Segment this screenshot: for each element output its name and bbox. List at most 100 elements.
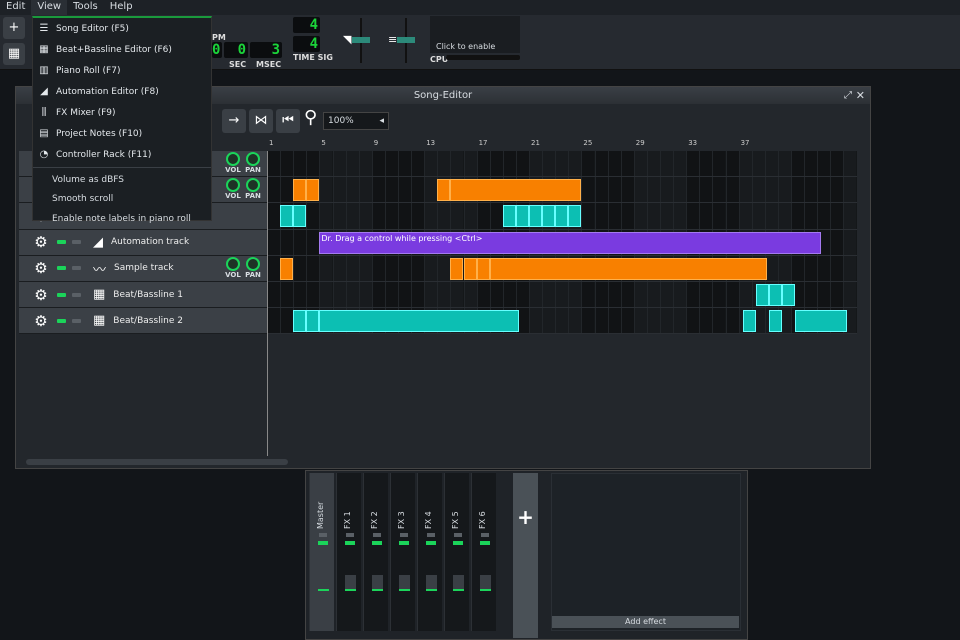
bb-pattern[interactable] — [293, 310, 307, 333]
menu-edit[interactable]: Edit — [0, 0, 31, 15]
bb-pattern[interactable] — [794, 310, 848, 333]
zoom-select[interactable]: 100% ◂ — [323, 112, 389, 130]
sample-clip[interactable] — [280, 257, 294, 280]
menu-option[interactable]: Enable note labels in piano roll — [33, 209, 211, 229]
sample-clip[interactable] — [489, 257, 768, 280]
timeline-ruler[interactable]: 1 5 9 13 17 21 25 29 33 37 — [267, 138, 857, 151]
mixer-channel[interactable]: FX 5 — [444, 473, 469, 631]
menu-view[interactable]: View — [31, 0, 68, 15]
bb-pattern[interactable] — [529, 205, 543, 228]
mute-toggle[interactable] — [57, 266, 66, 271]
bb-pattern[interactable] — [542, 205, 556, 228]
mute-toggle[interactable] — [57, 318, 66, 323]
master-volume-slider[interactable] — [352, 18, 370, 63]
bb-pattern[interactable] — [768, 310, 782, 333]
track-lane[interactable] — [267, 177, 857, 204]
solo-toggle[interactable] — [72, 292, 81, 297]
mixer-channel[interactable]: FX 6 — [471, 473, 496, 631]
track-grid[interactable]: Dr. Drag a control while pressing <Ctrl> — [267, 151, 857, 334]
bb-pattern[interactable] — [280, 205, 294, 228]
pan-knob[interactable]: PAN — [244, 152, 262, 174]
track-lane[interactable] — [267, 203, 857, 230]
bb-pattern[interactable] — [768, 284, 782, 306]
channel-mute[interactable] — [346, 533, 354, 537]
loop-points-icon[interactable]: ⋈ — [249, 109, 273, 133]
mixer-channel[interactable]: FX 4 — [417, 473, 442, 631]
menu-item-fx-mixer[interactable]: ⫼ FX Mixer (F9) — [33, 102, 211, 123]
menu-item-song-editor[interactable]: ☰ Song Editor (F5) — [33, 18, 211, 39]
menu-item-controller-rack[interactable]: ◔ Controller Rack (F11) — [33, 144, 211, 165]
bb-pattern[interactable] — [755, 284, 769, 306]
mixer-channel[interactable]: FX 1 — [336, 473, 361, 631]
gear-icon[interactable]: ⚙ — [31, 233, 51, 251]
gear-icon[interactable]: ⚙ — [31, 259, 51, 277]
volume-fader[interactable] — [372, 575, 383, 591]
bb-pattern[interactable] — [515, 205, 529, 228]
sample-clip[interactable] — [450, 179, 582, 202]
bb-pattern[interactable] — [319, 310, 519, 333]
channel-mute[interactable] — [427, 533, 435, 537]
volume-fader[interactable] — [480, 575, 491, 591]
track-header[interactable]: ⚙ ◢ Automation track — [19, 229, 267, 256]
pan-knob[interactable]: PAN — [244, 256, 262, 279]
close-icon[interactable]: ✕ — [856, 87, 865, 104]
sample-clip[interactable] — [437, 179, 451, 202]
menu-tools[interactable]: Tools — [67, 0, 104, 15]
volume-fader[interactable] — [399, 575, 410, 591]
gear-icon[interactable]: ⚙ — [31, 286, 51, 304]
bb-pattern[interactable] — [781, 284, 795, 306]
menu-option[interactable]: Volume as dBFS — [33, 170, 211, 190]
bb-pattern[interactable] — [306, 310, 320, 333]
menu-item-project-notes[interactable]: ▤ Project Notes (F10) — [33, 123, 211, 144]
channel-mute[interactable] — [400, 533, 408, 537]
channel-mute[interactable] — [454, 533, 462, 537]
menu-item-beat-bassline[interactable]: ▦ Beat+Bassline Editor (F6) — [33, 39, 211, 60]
track-lane[interactable] — [267, 256, 857, 282]
solo-toggle[interactable] — [72, 266, 81, 271]
mixer-channel[interactable]: FX 2 — [363, 473, 388, 631]
volume-fader[interactable] — [426, 575, 437, 591]
track-header[interactable]: ⚙ ▦ Beat/Bassline 1 — [19, 281, 267, 309]
master-pitch-slider[interactable] — [397, 18, 415, 63]
volume-fader[interactable] — [453, 575, 464, 591]
record-forward-icon[interactable]: → — [222, 109, 246, 133]
oscilloscope[interactable]: Click to enable — [430, 16, 520, 53]
channel-mute[interactable] — [481, 533, 489, 537]
timesig-numerator[interactable]: 4 — [293, 17, 320, 33]
sample-clip[interactable] — [476, 257, 490, 280]
vol-knob[interactable]: VOL — [224, 178, 242, 200]
bb-pattern[interactable] — [742, 310, 756, 333]
gear-icon[interactable]: ⚙ — [31, 312, 51, 330]
vol-knob[interactable]: VOL — [224, 152, 242, 174]
bb-pattern[interactable] — [568, 205, 582, 228]
track-header[interactable]: ⚙ ▦ Beat/Bassline 2 — [19, 308, 267, 335]
bb-pattern[interactable] — [555, 205, 569, 228]
stop-return-icon[interactable]: ⏮ — [276, 109, 300, 133]
volume-fader[interactable] — [345, 575, 356, 591]
channel-mute[interactable] — [319, 533, 327, 537]
bb-pattern[interactable] — [293, 205, 307, 228]
solo-toggle[interactable] — [72, 240, 81, 245]
mute-toggle[interactable] — [57, 292, 66, 297]
mute-toggle[interactable] — [57, 240, 66, 245]
channel-mute[interactable] — [373, 533, 381, 537]
track-lane[interactable] — [267, 282, 857, 309]
sample-clip[interactable] — [293, 179, 307, 202]
track-header[interactable]: ⚙ 〰 Sample track VOL PAN — [19, 255, 267, 282]
mixer-channel[interactable]: FX 3 — [390, 473, 415, 631]
add-channel-button[interactable]: + — [513, 473, 538, 638]
track-lane[interactable] — [267, 151, 857, 178]
sample-clip[interactable] — [306, 179, 320, 202]
menu-option[interactable]: Smooth scroll — [33, 190, 211, 210]
vol-knob[interactable]: VOL — [224, 256, 242, 279]
track-lane[interactable] — [267, 308, 857, 334]
timesig-denominator[interactable]: 4 — [293, 36, 320, 52]
track-lane[interactable]: Dr. Drag a control while pressing <Ctrl> — [267, 230, 857, 256]
horizontal-scrollbar[interactable] — [26, 459, 288, 465]
volume-fader[interactable] — [318, 575, 329, 591]
new-project-icon[interactable]: + — [3, 17, 25, 39]
mixer-channel[interactable]: Master — [309, 473, 334, 631]
menu-item-piano-roll[interactable]: ▥ Piano Roll (F7) — [33, 60, 211, 81]
restore-icon[interactable]: ⤢ — [844, 87, 852, 104]
menu-item-automation[interactable]: ◢ Automation Editor (F8) — [33, 81, 211, 102]
